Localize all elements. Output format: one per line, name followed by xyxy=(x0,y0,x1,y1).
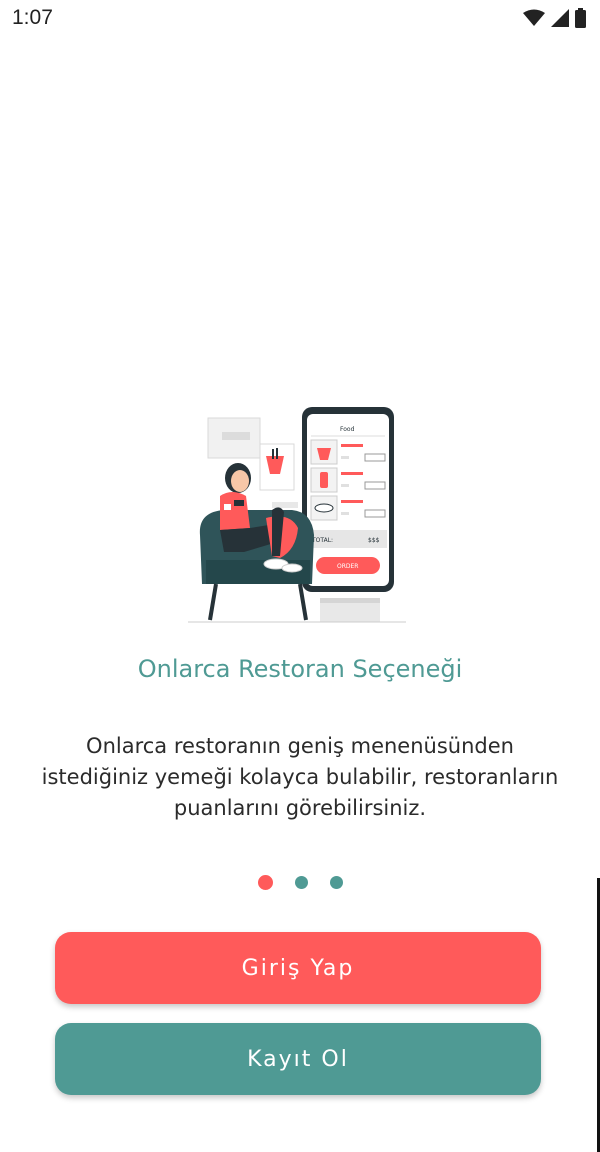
page-dot-2[interactable] xyxy=(294,876,308,889)
signal-icon xyxy=(551,9,569,27)
battery-icon xyxy=(575,8,586,28)
login-button[interactable]: Giriş Yap xyxy=(55,932,541,1004)
status-time: 1:07 xyxy=(12,6,53,29)
page-indicator xyxy=(0,875,600,890)
illustration-app-header: Food xyxy=(340,426,355,433)
illustration-total-label: TOTAL: xyxy=(311,537,333,544)
food-order-illustration: Food TOTAL: $$$ ORDER xyxy=(188,407,406,623)
status-bar: 1:07 xyxy=(0,0,600,38)
onboarding-title: Onlarca Restoran Seçeneği xyxy=(137,655,463,683)
page-dot-3[interactable] xyxy=(329,876,343,889)
onboarding-description: Onlarca restoranın geniş menenüsünden is… xyxy=(41,734,559,820)
status-icons xyxy=(523,8,586,28)
illustration-total-value: $$$ xyxy=(368,537,380,544)
illustration-order-button: ORDER xyxy=(337,563,358,570)
wifi-icon xyxy=(523,9,545,26)
register-button[interactable]: Kayıt Ol xyxy=(55,1023,541,1095)
page-dot-1[interactable] xyxy=(257,875,273,890)
